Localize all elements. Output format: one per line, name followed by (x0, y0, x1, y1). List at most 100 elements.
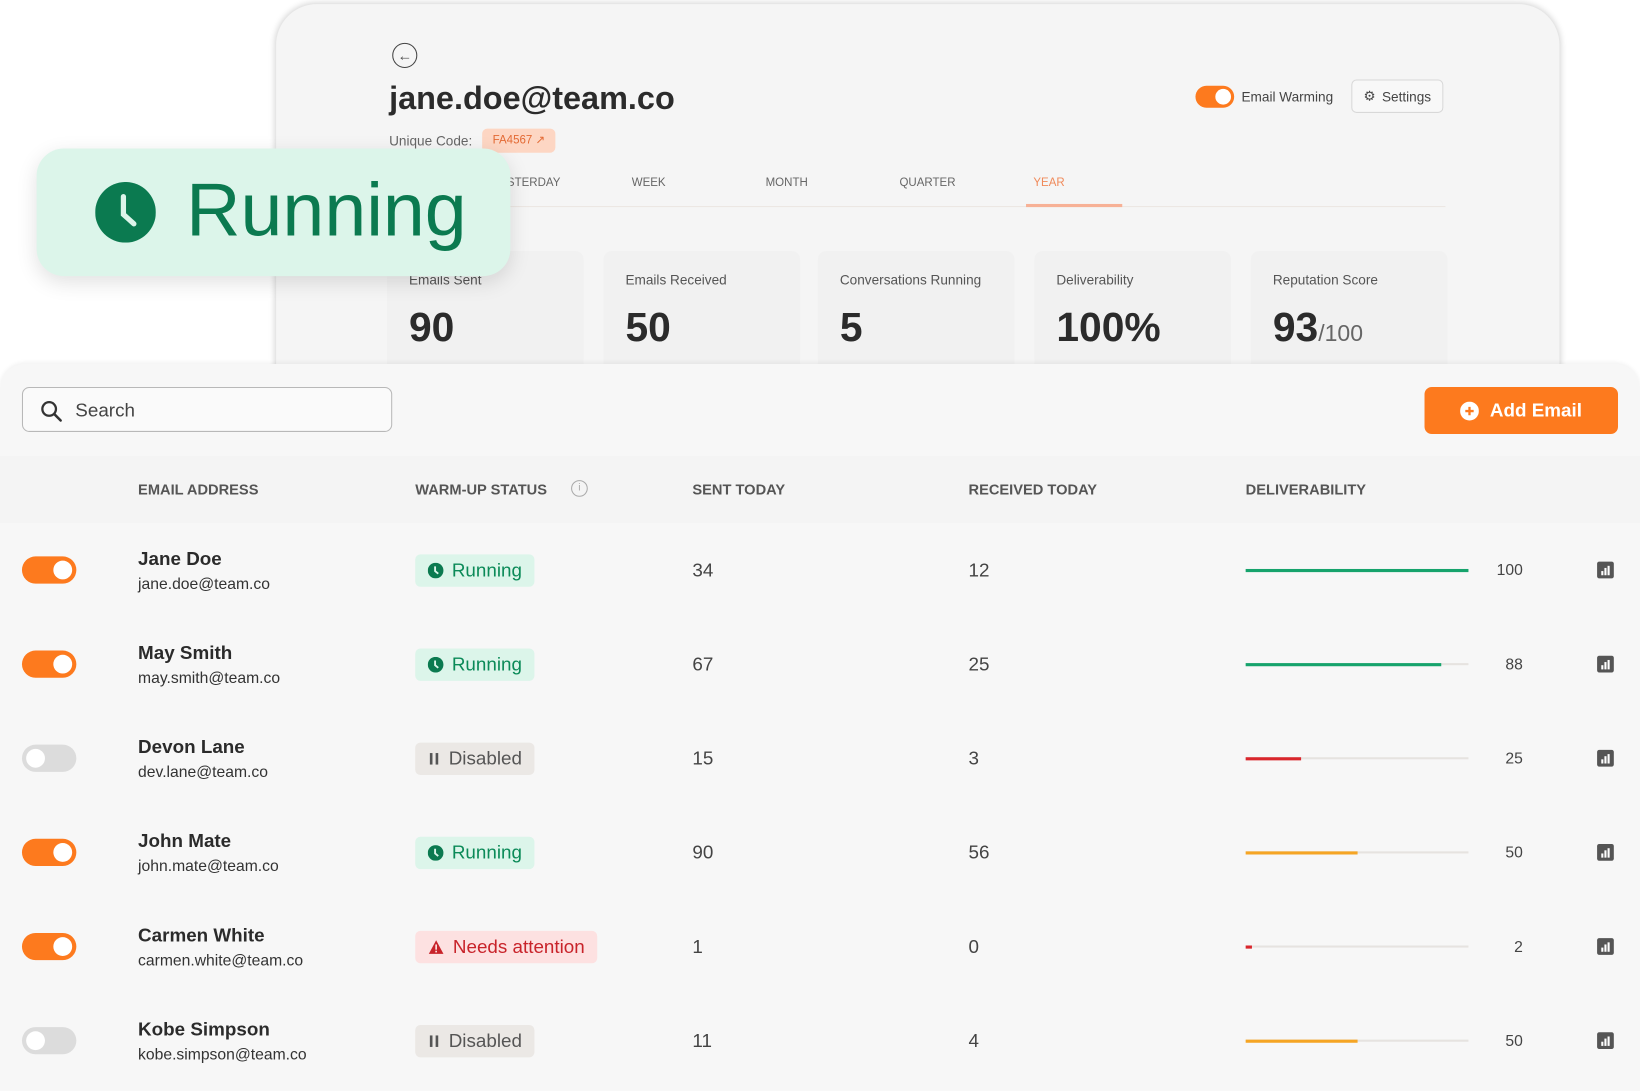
tab-divider (389, 206, 1446, 208)
page-title: jane.doe@team.co (389, 79, 675, 117)
deliverability-value: 25 (1505, 749, 1523, 768)
deliverability-value: 50 (1505, 1032, 1523, 1051)
received-today: 3 (968, 747, 979, 769)
account-email: john.mate@team.co (138, 857, 279, 876)
deliverability-bar (1245, 1039, 1469, 1043)
table-row: Jane Doe jane.doe@team.co Running 34 12 … (0, 523, 1640, 617)
table-row: Kobe Simpson kobe.simpson@team.co Disabl… (0, 994, 1640, 1088)
search-icon (41, 400, 62, 422)
table-row: Devon Lane dev.lane@team.co Disabled 15 … (0, 711, 1640, 805)
status-label: Running (451, 559, 522, 581)
account-enabled-toggle[interactable] (21, 744, 77, 772)
account-email: dev.lane@team.co (138, 763, 268, 782)
running-callout-label: Running (186, 168, 467, 253)
received-today: 0 (968, 936, 979, 957)
status-label: Disabled (448, 747, 522, 769)
deliverability-bar (1245, 662, 1469, 666)
status-badge: Running (415, 554, 535, 587)
chart-icon[interactable] (1597, 749, 1614, 767)
deliverability-value: 100 (1496, 561, 1523, 580)
deliverability-bar (1245, 944, 1469, 949)
status-badge: Needs attention (415, 930, 598, 964)
gear-icon: ⚙ (1363, 87, 1376, 104)
account-name: Jane Doe (138, 548, 222, 569)
received-today: 12 (968, 559, 990, 581)
deliverability-value: 2 (1514, 938, 1523, 956)
account-email: jane.doe@team.co (138, 575, 270, 594)
sent-today: 15 (692, 747, 714, 769)
stat-value: 93 (1272, 305, 1319, 351)
tab-month[interactable]: MONTH (766, 177, 808, 190)
deliverability-bar-fill (1245, 756, 1302, 760)
settings-button[interactable]: ⚙ Settings (1351, 79, 1444, 113)
status-badge: Running (415, 836, 535, 870)
deliverability-bar-fill (1245, 944, 1253, 949)
deliverability-bar-fill (1245, 850, 1358, 854)
account-enabled-toggle[interactable] (21, 932, 77, 961)
account-email: kobe.simpson@team.co (138, 1045, 307, 1064)
clock-icon (427, 845, 444, 861)
deliverability-value: 88 (1505, 655, 1523, 674)
settings-label: Settings (1381, 88, 1432, 105)
account-enabled-toggle[interactable] (21, 556, 77, 584)
search-field[interactable] (21, 386, 393, 434)
received-today: 25 (968, 653, 990, 675)
table-row: May Smith may.smith@team.co Running 67 2… (0, 617, 1640, 711)
table-row: Carmen White carmen.white@team.co Needs … (0, 899, 1640, 993)
active-tab-indicator (1026, 203, 1123, 208)
sent-today: 1 (692, 936, 703, 957)
unique-code-badge[interactable]: FA4567 ↗ (482, 128, 556, 153)
tab-year[interactable]: YEAR (1033, 177, 1064, 190)
clock-icon (95, 181, 156, 243)
deliverability-bar-fill (1245, 568, 1469, 572)
search-input[interactable] (73, 388, 381, 434)
table-row: John Mate john.mate@team.co Running 90 5… (0, 805, 1640, 899)
column-header-deliverability: DELIVERABILITY (1245, 481, 1367, 498)
column-header-sent: SENT TODAY (692, 481, 786, 498)
unique-code-label: Unique Code: (389, 132, 473, 149)
account-email: may.smith@team.co (138, 669, 281, 688)
tab-week[interactable]: WEEK (632, 177, 666, 190)
account-name: May Smith (138, 642, 233, 664)
stat-label: Emails Received (625, 271, 727, 288)
account-name: Kobe Simpson (138, 1018, 270, 1040)
plus-circle-icon (1460, 401, 1480, 420)
account-enabled-toggle[interactable] (21, 1027, 77, 1055)
status-badge: Disabled (415, 742, 535, 776)
sent-today: 34 (692, 559, 714, 581)
account-enabled-toggle[interactable] (21, 838, 77, 867)
stat-suffix: /100 (1318, 320, 1364, 347)
info-icon[interactable]: i (571, 480, 588, 497)
stat-value: 100% (1056, 305, 1161, 351)
column-header-status: WARM-UP STATUS (415, 481, 548, 498)
account-enabled-toggle[interactable] (21, 650, 77, 678)
back-arrow-icon[interactable]: ← (392, 42, 418, 68)
stat-value: 90 (408, 305, 455, 351)
sent-today: 90 (692, 841, 714, 863)
deliverability-value: 50 (1505, 844, 1523, 862)
chart-icon[interactable] (1597, 844, 1614, 861)
deliverability-bar (1245, 850, 1469, 854)
status-label: Running (451, 653, 522, 675)
deliverability-bar (1245, 756, 1469, 760)
chart-icon[interactable] (1597, 561, 1614, 579)
chart-icon[interactable] (1597, 655, 1614, 673)
chart-icon[interactable] (1597, 938, 1614, 955)
status-label: Needs attention (452, 936, 585, 957)
pause-icon (429, 1035, 439, 1047)
add-email-button[interactable]: Add Email (1424, 386, 1619, 435)
column-header-received: RECEIVED TODAY (968, 481, 1098, 498)
account-name: Devon Lane (138, 736, 245, 758)
stat-value: 50 (625, 305, 671, 351)
tab-quarter[interactable]: QUARTER (899, 177, 955, 190)
status-label: Disabled (448, 1030, 522, 1052)
received-today: 56 (968, 841, 990, 863)
email-warming-toggle[interactable] (1195, 85, 1235, 108)
status-badge: Running (415, 648, 535, 681)
chart-icon[interactable] (1597, 1032, 1614, 1050)
warning-icon (428, 940, 444, 954)
email-warming-label: Email Warming (1241, 88, 1334, 105)
sent-today: 67 (692, 653, 714, 675)
deliverability-bar-fill (1245, 662, 1442, 666)
account-name: Carmen White (138, 924, 265, 946)
